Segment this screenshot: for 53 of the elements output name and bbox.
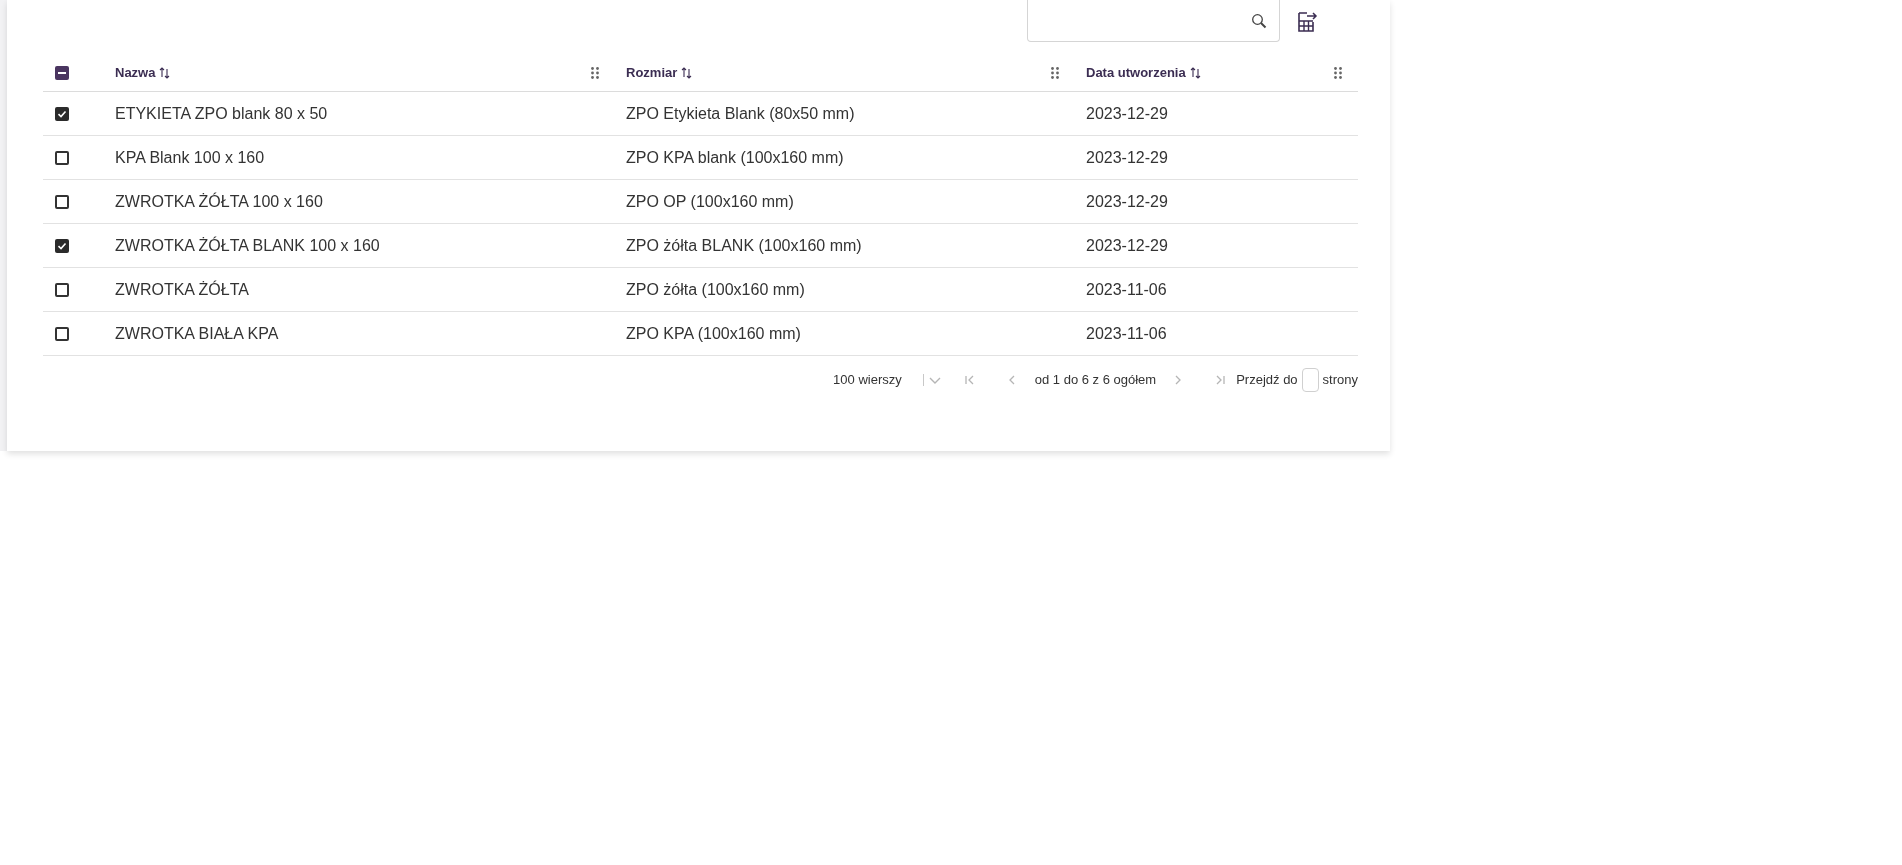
- table-row[interactable]: ZWROTKA ŻÓŁTA 100 x 160 ZPO OP (100x160 mm) 2023-12-29: [43, 180, 1358, 224]
- column-header[interactable]: Rozmiar: [626, 63, 678, 83]
- search-icon: [1251, 12, 1267, 29]
- table-row[interactable]: KPA Blank 100 x 160 ZPO KPA blank (100x160 mm) 2023-12-29: [43, 136, 1358, 180]
- table-cell-text: 2023-11-06: [1085, 323, 1167, 344]
- search-field[interactable]: [1027, 0, 1280, 42]
- drag-handle-icon[interactable]: [1051, 67, 1059, 79]
- checkbox[interactable]: [55, 66, 69, 80]
- table-cell-text: ZPO żółta (100x160 mm): [625, 279, 805, 300]
- drag-handle-icon[interactable]: [1334, 67, 1342, 79]
- sort-icon[interactable]: [681, 67, 693, 79]
- checkbox[interactable]: [55, 106, 69, 121]
- checkbox[interactable]: [55, 326, 69, 341]
- checkbox[interactable]: [55, 238, 69, 253]
- column-header[interactable]: Data utworzenia: [1086, 63, 1186, 83]
- table-cell-text: ZWROTKA BIAŁA KPA: [114, 323, 279, 344]
- table-cell-text: ZPO KPA (100x160 mm): [625, 323, 801, 344]
- table-cell-text: 2023-12-29: [1085, 191, 1168, 212]
- page-range-label: od 1 do 6 z 6 ogółem: [1034, 371, 1157, 390]
- table-cell-text: 2023-12-29: [1085, 103, 1168, 124]
- table-cell-text: ZPO KPA blank (100x160 mm): [625, 147, 844, 168]
- column-header[interactable]: Nazwa: [115, 63, 156, 83]
- table-row[interactable]: ZWROTKA BIAŁA KPA ZPO KPA (100x160 mm) 2023-11-06: [43, 312, 1358, 356]
- sort-icon[interactable]: [159, 67, 171, 79]
- checkmark-icon: [57, 108, 67, 119]
- page-number-field[interactable]: [1301, 368, 1319, 392]
- last-page-icon: [1214, 374, 1227, 386]
- table-cell-text: 2023-12-29: [1085, 235, 1168, 256]
- checkbox[interactable]: [55, 194, 69, 209]
- table-cell-text: ZPO Etykieta Blank (80x50 mm): [625, 103, 855, 124]
- checkmark-icon: [57, 240, 67, 251]
- table-cell-text: 2023-12-29: [1085, 147, 1168, 168]
- go-to-page-label: Przejdź do: [1236, 371, 1298, 390]
- table-cell-text: ZWROTKA ŻÓŁTA BLANK 100 x 160: [114, 235, 380, 256]
- table-cell-text: ZPO OP (100x160 mm): [625, 191, 794, 212]
- table-cell-text: ZWROTKA ŻÓŁTA 100 x 160: [114, 191, 323, 212]
- chevron-down-icon: [927, 375, 942, 385]
- rows-per-page-label: 100 wierszy: [833, 371, 902, 390]
- checkbox[interactable]: [55, 282, 69, 297]
- table-row[interactable]: ZWROTKA ŻÓŁTA ZPO żółta (100x160 mm) 2023-11-06: [43, 268, 1358, 312]
- table-cell-text: ZWROTKA ŻÓŁTA: [114, 279, 249, 300]
- table-cell-text: KPA Blank 100 x 160: [114, 147, 265, 168]
- table-row[interactable]: ETYKIETA ZPO blank 80 x 50 ZPO Etykieta Blank (80x50 mm) 2023-12-29: [43, 92, 1358, 136]
- table-cell-text: ETYKIETA ZPO blank 80 x 50: [114, 103, 328, 124]
- table-cell-text: 2023-11-06: [1085, 279, 1167, 300]
- checkbox[interactable]: [55, 150, 69, 165]
- sort-icon[interactable]: [1189, 67, 1201, 79]
- table-row[interactable]: ZWROTKA ŻÓŁTA BLANK 100 x 160 ZPO żółta BLANK (100x160 mm) 2023-12-29: [43, 224, 1358, 268]
- drag-handle-icon[interactable]: [591, 67, 599, 79]
- first-page-icon: [963, 374, 976, 386]
- table-export-icon[interactable]: [1296, 9, 1318, 33]
- page-suffix-label: strony: [1322, 371, 1358, 390]
- table-cell-text: ZPO żółta BLANK (100x160 mm): [625, 235, 862, 256]
